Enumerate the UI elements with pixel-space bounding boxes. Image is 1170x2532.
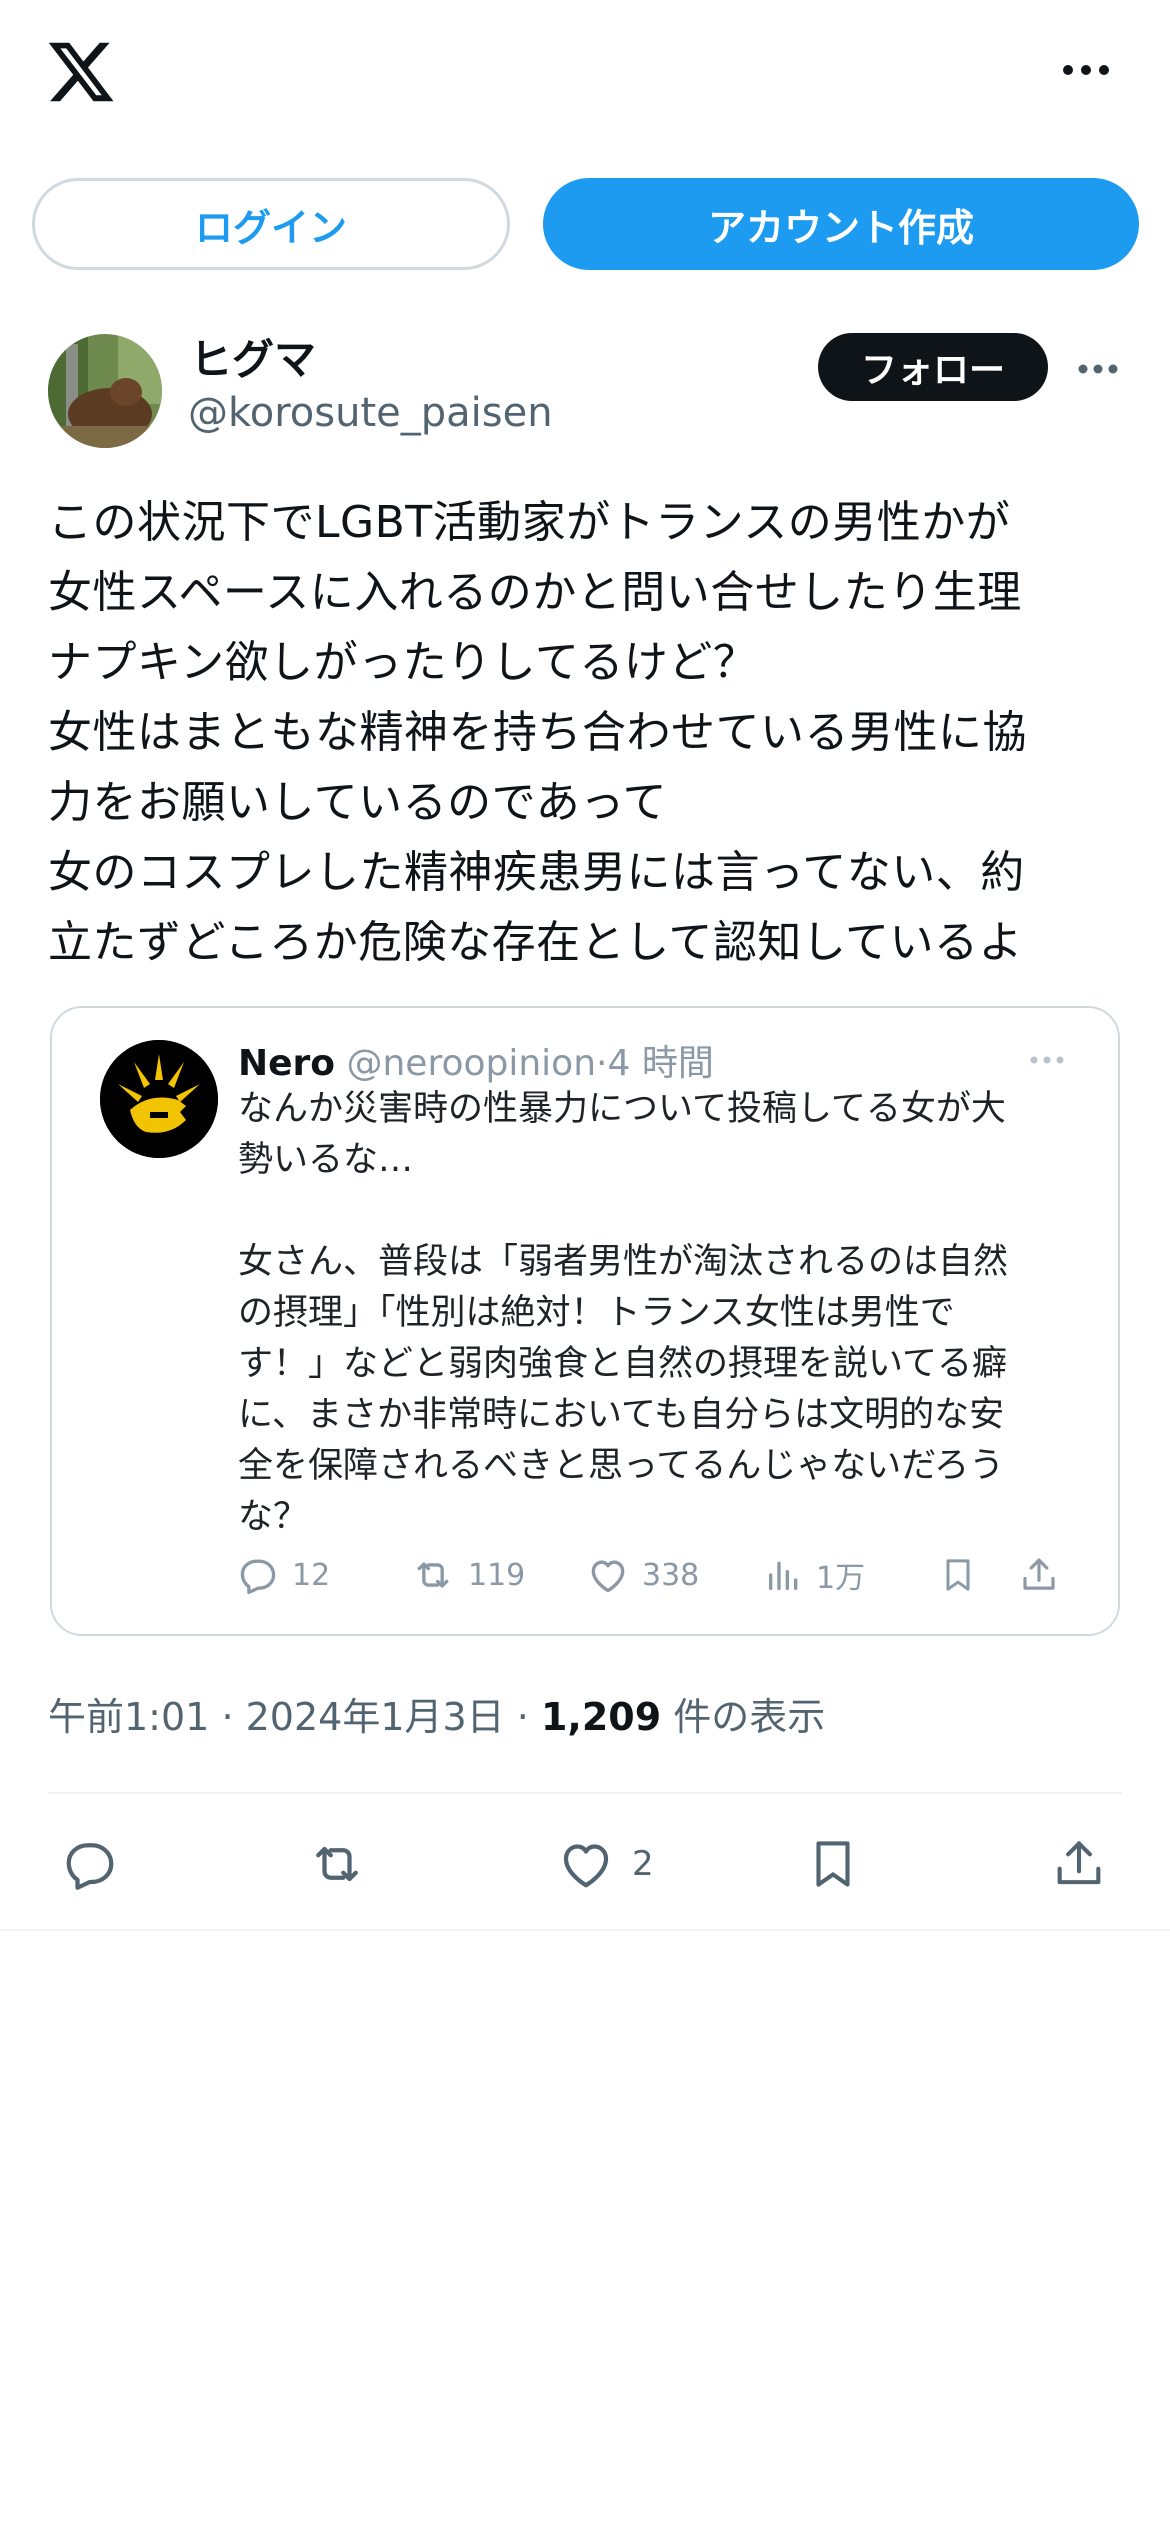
quote-retweet-count: 119 <box>468 1557 526 1593</box>
views-count: 1,209 <box>540 1695 662 1739</box>
share-button[interactable] <box>1050 1834 1124 1894</box>
quote-time[interactable]: 4 時間 <box>607 1043 713 1084</box>
like-button[interactable]: 2 <box>556 1834 654 1894</box>
quote-like-action[interactable]: 338 <box>586 1550 699 1600</box>
retweet-icon <box>306 1834 368 1894</box>
more-icon[interactable] <box>1028 1054 1066 1066</box>
author-name[interactable]: ヒグマ <box>190 326 316 387</box>
retweet-icon <box>410 1553 456 1597</box>
meta-separator: · <box>221 1695 234 1739</box>
bookmark-button[interactable] <box>804 1834 878 1894</box>
x-logo-icon[interactable] <box>45 36 117 108</box>
share-icon <box>1050 1834 1108 1894</box>
author-handle[interactable]: @korosute_paisen <box>188 390 553 436</box>
like-icon <box>586 1553 630 1597</box>
tweet-date[interactable]: 2024年1月3日 <box>246 1695 505 1739</box>
reply-icon <box>236 1553 280 1597</box>
quote-retweet-action[interactable]: 119 <box>410 1550 525 1600</box>
reply-button[interactable] <box>60 1834 136 1894</box>
quote-like-count: 338 <box>642 1557 700 1593</box>
tweet-time[interactable]: 午前1:01 <box>48 1695 209 1739</box>
more-icon[interactable] <box>1076 362 1120 376</box>
like-count: 2 <box>632 1844 654 1884</box>
bookmark-icon <box>804 1834 862 1894</box>
like-icon <box>556 1834 616 1894</box>
avatar[interactable] <box>48 334 162 448</box>
quote-author-handle[interactable]: @neroopinion <box>346 1043 596 1084</box>
reply-icon <box>60 1834 120 1894</box>
quote-bookmark-action[interactable] <box>938 1550 990 1600</box>
tweet-meta: 午前1:01 · 2024年1月3日 · 1,209 件の表示 <box>48 1686 825 1741</box>
signup-button[interactable]: アカウント作成 <box>543 178 1139 270</box>
quote-author-name[interactable]: Nero <box>238 1043 335 1084</box>
meta-separator: · <box>516 1695 529 1739</box>
divider <box>48 1792 1122 1794</box>
share-icon <box>1018 1553 1060 1597</box>
quote-share-action[interactable] <box>1018 1550 1072 1600</box>
views-icon <box>764 1553 804 1597</box>
quote-views-count: 1万 <box>816 1561 866 1596</box>
quote-separator: · <box>596 1043 608 1084</box>
login-button[interactable]: ログイン <box>32 178 510 270</box>
bookmark-icon <box>938 1553 978 1597</box>
views-label: 件の表示 <box>673 1695 826 1739</box>
quote-reply-action[interactable]: 12 <box>236 1550 330 1600</box>
more-icon[interactable] <box>1060 58 1112 82</box>
quote-views-action[interactable]: 1万 <box>764 1550 865 1600</box>
divider <box>0 1929 1170 1931</box>
quote-header: Nero @neroopinion·4 時間 <box>238 1034 714 1086</box>
retweet-button[interactable] <box>306 1834 384 1894</box>
follow-button[interactable]: フォロー <box>818 333 1048 401</box>
quote-avatar[interactable] <box>100 1040 218 1158</box>
quote-reply-count: 12 <box>292 1557 331 1593</box>
quote-text: なんか災害時の性暴力について投稿してる女が大 勢いるな… 女さん、普段は「弱者男… <box>238 1089 1009 1537</box>
tweet-text: この状況下でLGBT活動家がトランスの男性かが 女性スペースに入れるのかと問い合… <box>48 497 1027 968</box>
